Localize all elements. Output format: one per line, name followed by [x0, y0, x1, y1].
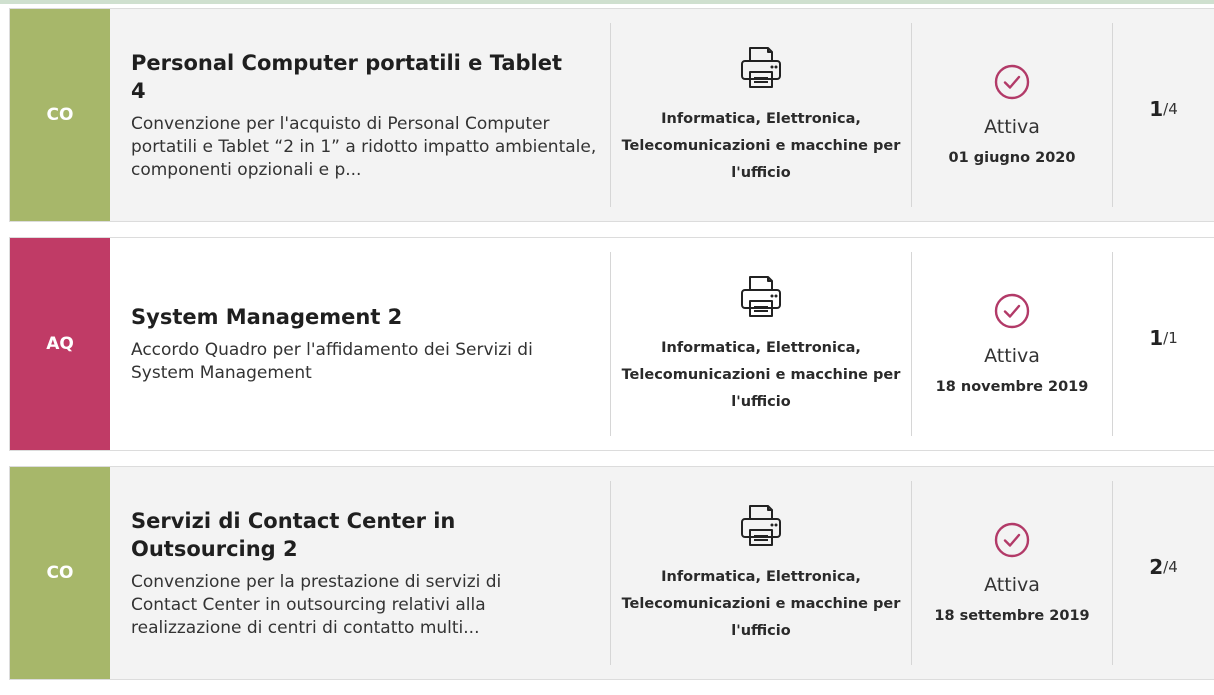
- item-description: Convenzione per l'acquisto di Personal C…: [131, 113, 597, 180]
- agreements-list: CO Personal Computer portatili e Tablet …: [9, 8, 1214, 695]
- list-item[interactable]: AQ System Management 2 Accordo Quadro pe…: [9, 237, 1214, 451]
- status-label: Attiva: [984, 574, 1040, 596]
- type-badge: CO: [10, 467, 110, 679]
- item-count: 1/4: [1113, 9, 1214, 221]
- item-status: Attiva 18 settembre 2019: [912, 467, 1112, 679]
- count-total: /4: [1163, 558, 1178, 576]
- printer-icon: [741, 275, 781, 317]
- item-main: System Management 2 Accordo Quadro per l…: [110, 238, 610, 450]
- category-label: Informatica, Elettronica, Telecomunicazi…: [621, 110, 901, 181]
- count-current: 1: [1149, 97, 1164, 121]
- item-status: Attiva 01 giugno 2020: [912, 9, 1112, 221]
- category-label: Informatica, Elettronica, Telecomunicazi…: [621, 568, 901, 639]
- printer-icon: [741, 46, 781, 88]
- count-current: 1: [1149, 326, 1164, 350]
- item-category: Informatica, Elettronica, Telecomunicazi…: [611, 9, 911, 221]
- item-main: Servizi di Contact Center in Outsourcing…: [110, 467, 610, 679]
- count-current: 2: [1149, 555, 1164, 579]
- item-count: 1/1: [1113, 238, 1214, 450]
- check-circle-icon: [994, 522, 1030, 558]
- type-badge: CO: [10, 9, 110, 221]
- item-count: 2/4: [1113, 467, 1214, 679]
- status-date: 01 giugno 2020: [948, 150, 1076, 166]
- status-label: Attiva: [984, 345, 1040, 367]
- check-circle-icon: [994, 293, 1030, 329]
- printer-icon: [741, 504, 781, 546]
- item-description: Convenzione per la prestazione di serviz…: [131, 571, 502, 638]
- count-total: /1: [1163, 329, 1178, 347]
- item-category: Informatica, Elettronica, Telecomunicazi…: [611, 238, 911, 450]
- item-title[interactable]: System Management 2: [131, 303, 592, 331]
- top-strip: [0, 0, 1214, 4]
- count-total: /4: [1163, 100, 1178, 118]
- item-category: Informatica, Elettronica, Telecomunicazi…: [611, 467, 911, 679]
- item-main: Personal Computer portatili e Tablet 4 C…: [110, 9, 610, 221]
- list-item[interactable]: CO Personal Computer portatili e Tablet …: [9, 8, 1214, 222]
- item-title[interactable]: Servizi di Contact Center in Outsourcing…: [131, 507, 461, 563]
- check-circle-icon: [994, 64, 1030, 100]
- item-title[interactable]: Personal Computer portatili e Tablet 4: [131, 49, 571, 105]
- list-item[interactable]: CO Servizi di Contact Center in Outsourc…: [9, 466, 1214, 680]
- status-date: 18 settembre 2019: [934, 608, 1090, 624]
- type-badge: AQ: [10, 238, 110, 450]
- item-status: Attiva 18 novembre 2019: [912, 238, 1112, 450]
- status-date: 18 novembre 2019: [935, 379, 1089, 395]
- status-label: Attiva: [984, 116, 1040, 138]
- item-description: Accordo Quadro per l'affidamento dei Ser…: [131, 340, 533, 383]
- category-label: Informatica, Elettronica, Telecomunicazi…: [621, 339, 901, 410]
